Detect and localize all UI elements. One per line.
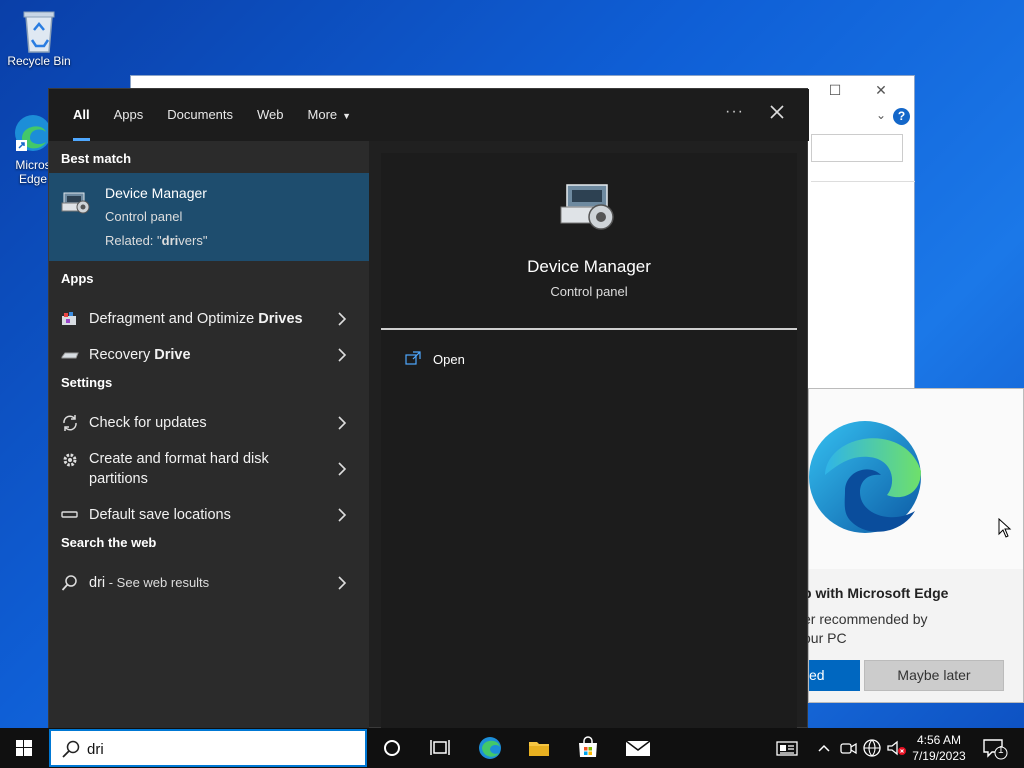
preview-pane: Device Manager Control panel Open <box>381 153 797 729</box>
start-button[interactable] <box>0 728 48 768</box>
recycle-bin-icon <box>18 8 60 53</box>
clock-date: 7/19/2023 <box>912 749 966 763</box>
setting-label: Check for updates <box>89 415 207 431</box>
notification-count: 1 <box>998 745 1004 756</box>
close-search-button[interactable] <box>765 100 789 124</box>
taskbar: 4:56 AM 7/19/2023 1 <box>0 728 1024 768</box>
chevron-right-icon <box>337 416 347 430</box>
tab-all[interactable]: All <box>61 89 102 141</box>
setting-default-save-locations[interactable]: Default save locations <box>49 497 369 533</box>
close-icon <box>770 105 784 119</box>
search-icon <box>61 739 81 764</box>
app-result-label: Defragment and Optimize Drives <box>89 311 303 327</box>
setting-create-format-partitions[interactable]: Create and format hard disk partitions <box>49 441 369 497</box>
results-list: Best match Device Manager Control panel … <box>49 141 369 729</box>
clock-time: 4:56 AM <box>916 733 962 747</box>
recycle-bin-label: Recycle Bin <box>7 54 71 68</box>
best-match-category: Control panel <box>105 209 183 224</box>
tab-web[interactable]: Web <box>245 89 296 141</box>
volume-muted-icon[interactable] <box>884 736 908 760</box>
web-search-result[interactable]: dri - See web results <box>49 565 369 601</box>
search-tabs: All Apps Documents Web More ▼ <box>49 89 809 141</box>
file-explorer-icon[interactable] <box>527 736 551 760</box>
meet-now-icon[interactable] <box>836 736 860 760</box>
edge-logo-icon <box>809 421 921 533</box>
edge-taskbar-icon[interactable] <box>478 736 502 760</box>
preview-divider <box>381 328 797 330</box>
web-search-label: dri - See web results <box>89 575 210 591</box>
search-input[interactable] <box>87 738 347 760</box>
chevron-right-icon <box>337 576 347 590</box>
preview-name: Device Manager <box>527 257 651 276</box>
search-web-heading: Search the web <box>61 535 157 550</box>
windows-logo-icon <box>16 740 32 756</box>
defragment-icon <box>61 310 79 328</box>
device-manager-icon <box>61 189 91 222</box>
best-match-heading: Best match <box>61 151 132 166</box>
notification-icon <box>983 739 1008 760</box>
chevron-right-icon <box>337 462 347 476</box>
search-panel: All Apps Documents Web More ▼ ··· Best ma… <box>48 88 809 729</box>
drive-icon <box>61 346 79 364</box>
taskbar-search-box[interactable] <box>49 729 367 767</box>
settings-heading: Settings <box>61 375 113 390</box>
recycle-bin-desktop-icon[interactable]: Recycle Bin <box>2 8 76 68</box>
search-icon <box>61 574 79 592</box>
edge-promo-subtitle-line1: er recommended by <box>803 611 928 627</box>
best-match-related: Related: "drivers" <box>105 233 208 248</box>
tab-apps[interactable]: Apps <box>102 89 156 141</box>
task-view-icon[interactable] <box>428 736 452 760</box>
mail-icon[interactable] <box>625 736 651 760</box>
maximize-button[interactable]: ☐ <box>812 82 858 99</box>
edge-promo-primary-button[interactable]: ed <box>809 660 860 691</box>
show-hidden-icons-chevron-icon[interactable] <box>812 736 836 760</box>
chevron-right-icon <box>337 312 347 326</box>
app-result-defragment[interactable]: Defragment and Optimize Drives <box>49 301 369 337</box>
refresh-icon <box>61 414 79 432</box>
caret-down-icon: ▼ <box>342 111 352 121</box>
app-result-label: Recovery Drive <box>89 347 191 363</box>
storage-icon <box>61 506 79 524</box>
tab-documents[interactable]: Documents <box>155 89 245 141</box>
preview-category: Control panel <box>550 284 628 299</box>
maybe-later-button[interactable]: Maybe later <box>864 660 1004 691</box>
setting-check-for-updates[interactable]: Check for updates <box>49 405 369 441</box>
cortana-icon[interactable] <box>380 736 404 760</box>
chevron-right-icon <box>337 348 347 362</box>
store-icon[interactable] <box>576 736 600 760</box>
chevron-down-icon[interactable]: ⌄ <box>876 108 886 122</box>
gear-icon <box>61 451 79 469</box>
edge-promo-art <box>809 389 1023 569</box>
best-match-result[interactable]: Device Manager Control panel Related: "d… <box>49 173 369 261</box>
apps-heading: Apps <box>61 271 94 286</box>
app-result-recovery-drive[interactable]: Recovery Drive <box>49 337 369 373</box>
background-window-field[interactable] <box>811 134 903 162</box>
mouse-cursor-icon <box>998 517 1012 543</box>
edge-promo-title: b with Microsoft Edge <box>803 585 949 601</box>
setting-label: Create and format hard disk partitions <box>89 451 269 487</box>
more-options-button[interactable]: ··· <box>725 103 744 121</box>
setting-label: Default save locations <box>89 507 231 523</box>
close-button[interactable]: ✕ <box>858 82 904 99</box>
action-center-button[interactable]: 1 <box>982 738 1008 765</box>
help-button[interactable]: ? <box>893 108 910 125</box>
tab-more[interactable]: More ▼ <box>296 89 364 141</box>
device-manager-large-icon <box>559 183 617 238</box>
open-action[interactable]: Open <box>433 352 465 367</box>
best-match-name: Device Manager <box>105 185 207 201</box>
network-icon[interactable] <box>860 736 884 760</box>
edge-promo-popup: b with Microsoft Edge er recommended by … <box>803 388 1024 703</box>
system-clock[interactable]: 4:56 AM 7/19/2023 <box>908 732 970 764</box>
news-icon[interactable] <box>775 736 799 760</box>
open-icon <box>405 351 421 370</box>
background-window-divider <box>811 181 915 182</box>
chevron-right-icon <box>337 508 347 522</box>
edge-promo-subtitle-line2: our PC <box>803 630 847 646</box>
